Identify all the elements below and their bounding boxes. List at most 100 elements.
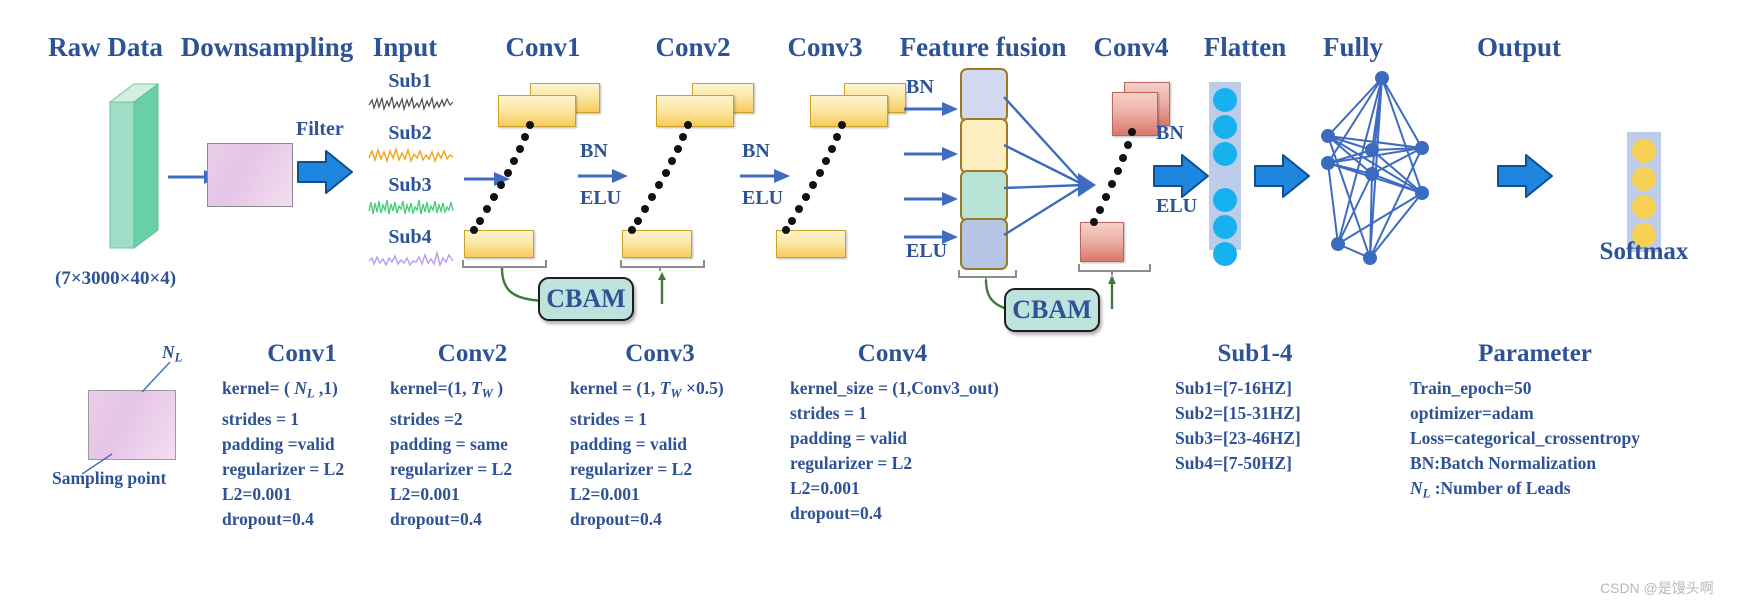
param-line: strides =2 (390, 408, 463, 429)
param-title-conv1: Conv1 (267, 340, 337, 367)
param-line: dropout=0.4 (222, 508, 314, 529)
param-line: regularizer = L2 (790, 453, 913, 473)
diagram-canvas: Raw Data Downsampling Input Conv1 Conv2 … (0, 0, 1748, 605)
param-line: kernel=(1, TW ) (390, 376, 555, 407)
fusion-block-2 (960, 118, 1008, 174)
conv2-dotted-connector (628, 121, 692, 234)
param-line: Train_epoch=50 (1410, 378, 1532, 398)
param-line: Loss=categorical_crossentropy (1410, 428, 1640, 448)
arrow-fusion-in-1 (904, 102, 958, 116)
header-conv2: Conv2 (655, 32, 731, 62)
watermark-text: CSDN @是馒头啊 (1600, 580, 1714, 596)
header-conv4: Conv4 (1093, 32, 1169, 62)
param-line: kernel = (1, TW ×0.5) (570, 376, 770, 407)
input-signal-wave-sub2 (368, 146, 454, 164)
legend-nl-label: NL (162, 340, 182, 371)
param-line: L2=0.001 (222, 483, 292, 504)
bn-label-conv2-conv3: BN (742, 140, 770, 162)
param-tail: ) (492, 378, 504, 398)
param-line: Sub3=[23-46HZ] (1175, 428, 1301, 448)
param-column-sub1-4: Sub1-4 Sub1=[7-16HZ] Sub2=[15-31HZ] Sub3… (1175, 340, 1355, 476)
param-line: kernel_size = (1,Conv3_out) (790, 378, 999, 398)
input-signal-wave-sub4 (368, 250, 454, 268)
elu-label-conv1-conv2: ELU (580, 187, 622, 209)
param-line: L2=0.001 (790, 478, 860, 498)
filter-label: Filter (296, 118, 344, 140)
input-signal-wave-sub1 (368, 95, 454, 112)
param-math-sub: W (481, 386, 493, 401)
arrow-fusion-in-4 (904, 230, 958, 244)
param-math: N (1410, 478, 1423, 498)
param-title-parameter: Parameter (1478, 340, 1592, 367)
param-line: L2=0.001 (390, 483, 460, 504)
param-tail: :Number of Leads (1430, 478, 1571, 498)
cbam-to-conv4-arrow (1108, 275, 1116, 309)
param-text: kernel = (1, (570, 378, 660, 398)
param-line: strides = 1 (222, 408, 300, 429)
output-node (1632, 139, 1656, 163)
arrow-fusion-in-2 (904, 147, 958, 161)
feature-fusion-bn-label: BN (906, 76, 934, 98)
param-column-conv4: Conv4 kernel_size = (1,Conv3_out) stride… (790, 340, 1040, 526)
legend-sampling-rect (88, 390, 176, 460)
param-tail: ×0.5) (681, 378, 724, 398)
arrow-flatten-to-fully (1254, 154, 1310, 198)
cbam-to-conv2-arrow (658, 272, 666, 304)
bn-label-conv4-flatten: BN (1156, 122, 1184, 144)
param-line: padding = same (390, 433, 508, 454)
arrow-filter-block (297, 150, 353, 194)
param-line: regularizer = L2 (222, 458, 345, 479)
param-tail: ,1) (314, 378, 338, 398)
param-line: regularizer = L2 (390, 458, 513, 479)
input-signal-label-sub4: Sub4 (388, 226, 432, 248)
conv3-dotted-connector (782, 121, 846, 234)
param-column-conv1: Conv1 kernel= ( NL ,1) strides = 1 paddi… (222, 340, 382, 532)
param-column-conv3: Conv3 kernel = (1, TW ×0.5) strides = 1 … (570, 340, 770, 532)
param-line: strides = 1 (790, 403, 868, 423)
output-node (1632, 195, 1656, 219)
param-math-sub: W (670, 386, 682, 401)
flatten-node (1213, 215, 1237, 239)
header-conv1: Conv1 (505, 32, 581, 62)
header-output: Output (1476, 32, 1562, 62)
conv4-dotted-connector (1090, 128, 1136, 226)
conv1-dotted-connector (470, 121, 534, 234)
param-line: regularizer = L2 (570, 458, 693, 479)
flatten-node (1213, 242, 1237, 266)
flatten-node (1213, 88, 1237, 112)
input-signal-label-sub1: Sub1 (388, 70, 432, 92)
param-title-conv3: Conv3 (625, 340, 695, 367)
fully-connected-mesh (1321, 71, 1429, 265)
flatten-node (1213, 115, 1237, 139)
param-line: Sub4=[7-50HZ] (1175, 453, 1292, 473)
fusion-block-4 (960, 218, 1008, 270)
cbam-module-right[interactable]: CBAM (1004, 288, 1100, 332)
raw-data-shape-caption: (7×3000×40×4) (55, 268, 177, 289)
arrow-fusion-in-3 (904, 192, 958, 206)
header-input: Input (372, 32, 438, 62)
output-node (1632, 167, 1656, 191)
flatten-node (1213, 188, 1237, 212)
param-line: Sub1=[7-16HZ] (1175, 378, 1292, 398)
cbam-module-left[interactable]: CBAM (538, 277, 634, 321)
param-line: padding = valid (570, 433, 687, 454)
header-downsampling: Downsampling (180, 32, 354, 62)
param-line: dropout=0.4 (570, 508, 662, 529)
input-signal-wave-sub3 (368, 199, 454, 216)
param-line: BN:Batch Normalization (1410, 453, 1597, 473)
header-flatten: Flatten (1203, 32, 1287, 62)
input-signal-label-sub2: Sub2 (388, 122, 432, 144)
downsampled-matrix (207, 143, 293, 207)
param-math: T (470, 378, 482, 398)
arrow-fully-to-output (1497, 154, 1553, 198)
param-title-conv4: Conv4 (857, 340, 928, 367)
param-text: kernel=(1, (390, 378, 471, 398)
param-line: padding = valid (790, 428, 907, 448)
elu-label-conv4-flatten: ELU (1156, 195, 1198, 217)
flatten-node (1213, 142, 1237, 166)
param-math-sub: L (306, 386, 315, 401)
param-line: optimizer=adam (1410, 403, 1534, 423)
fusion-block-3 (960, 170, 1008, 222)
fusion-block-1 (960, 68, 1008, 122)
param-column-conv2: Conv2 kernel=(1, TW ) strides =2 padding… (390, 340, 555, 532)
